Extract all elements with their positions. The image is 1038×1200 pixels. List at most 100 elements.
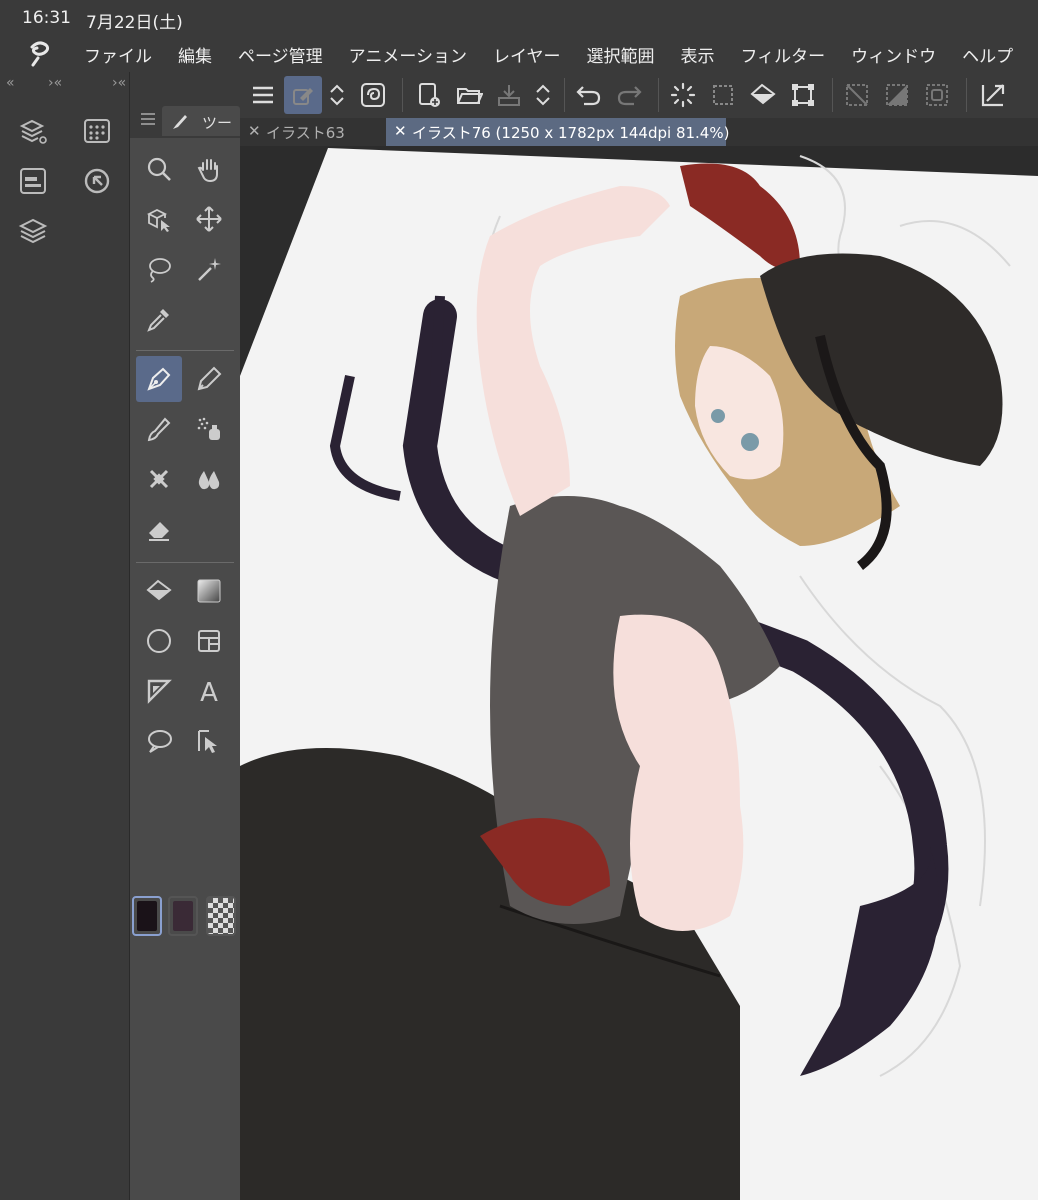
navigator-icon[interactable] xyxy=(16,164,50,198)
status-date: 7月22日(土) xyxy=(86,13,183,33)
eye-right xyxy=(741,433,759,451)
app-logo-icon[interactable] xyxy=(24,38,54,68)
close-icon[interactable]: ✕ xyxy=(248,122,261,140)
chevron-updown-icon[interactable] xyxy=(528,76,558,114)
open-folder-icon[interactable] xyxy=(450,76,488,114)
main-color-swatch[interactable] xyxy=(132,896,162,936)
tab-label: イラスト76 (1250 x 1782px 144dpi 81.4%) xyxy=(412,124,730,142)
menu-window[interactable]: ウィンドウ xyxy=(851,42,936,67)
brush-tab-icon xyxy=(173,115,187,129)
zoom-icon[interactable] xyxy=(136,146,182,192)
ruler-icon[interactable] xyxy=(136,668,182,714)
hand-icon[interactable] xyxy=(186,146,232,192)
collapse-right-button[interactable]: ›« xyxy=(112,75,126,91)
menu-file[interactable]: ファイル xyxy=(84,42,152,67)
menu-edit[interactable]: 編集 xyxy=(178,42,212,67)
menu-bar: ファイル 編集 ページ管理 アニメーション レイヤー 選択範囲 表示 フィルター… xyxy=(0,34,1038,72)
figure-icon[interactable] xyxy=(136,618,182,664)
status-time: 16:31 xyxy=(22,8,71,28)
eye-left xyxy=(711,409,725,423)
expand-selection-icon[interactable] xyxy=(918,76,956,114)
object-icon[interactable] xyxy=(136,196,182,242)
toolbar-separator xyxy=(564,78,565,112)
document-tabs: ✕ イラスト63 ✕ イラスト76 (1250 x 1782px 144dpi … xyxy=(240,118,1038,146)
balloon-icon[interactable] xyxy=(136,718,182,764)
sub-tool-detail-icon[interactable] xyxy=(80,114,114,148)
main-color-fill xyxy=(137,901,157,931)
airbrush-icon[interactable] xyxy=(186,406,232,452)
blend-icon[interactable] xyxy=(186,456,232,502)
collapse-mid-button[interactable]: ›« xyxy=(48,75,62,91)
new-canvas-icon[interactable] xyxy=(410,76,448,114)
invert-selection-icon[interactable] xyxy=(878,76,916,114)
command-bar xyxy=(240,72,1038,118)
redo-icon[interactable] xyxy=(610,76,648,114)
brush-icon[interactable] xyxy=(136,406,182,452)
close-icon[interactable]: ✕ xyxy=(394,122,407,140)
toolbar-separator xyxy=(402,78,403,112)
tab-illust-76[interactable]: ✕ イラスト76 (1250 x 1782px 144dpi 81.4%) xyxy=(386,118,730,146)
toolbar-separator xyxy=(658,78,659,112)
clear-selection-icon[interactable] xyxy=(838,76,876,114)
tool-panel: ツー A xyxy=(130,72,240,1200)
status-bar: 16:31 7月22日(土) xyxy=(0,0,1038,34)
tool-separator xyxy=(136,562,234,563)
menu-layer[interactable]: レイヤー xyxy=(493,42,561,67)
menu-filter[interactable]: フィルター xyxy=(741,42,826,67)
menu-toggle-icon[interactable] xyxy=(244,76,282,114)
fill-icon[interactable] xyxy=(136,568,182,614)
layers-icon[interactable] xyxy=(16,214,50,248)
frame-icon[interactable] xyxy=(186,618,232,664)
left-panel-collapse-row: « ›« ›« xyxy=(0,72,130,98)
undo-icon[interactable] xyxy=(570,76,608,114)
fill-bucket-icon[interactable] xyxy=(744,76,782,114)
tab-illust-63[interactable]: ✕ イラスト63 xyxy=(240,118,384,146)
eraser-icon[interactable] xyxy=(136,506,182,552)
menu-help[interactable]: ヘルプ xyxy=(962,42,1013,67)
toolbar-separator xyxy=(832,78,833,112)
magic-wand-icon[interactable] xyxy=(186,246,232,292)
correct-line-icon[interactable] xyxy=(186,718,232,764)
text-icon[interactable]: A xyxy=(186,668,232,714)
quick-access-icon[interactable] xyxy=(80,164,114,198)
toolbar-separator xyxy=(966,78,967,112)
move-icon[interactable] xyxy=(186,196,232,242)
tool-list: A xyxy=(130,138,240,1200)
lasso-icon[interactable] xyxy=(136,246,182,292)
menu-view[interactable]: 表示 xyxy=(681,42,715,67)
menu-animation[interactable]: アニメーション xyxy=(349,42,467,67)
menu-items: ファイル 編集 ページ管理 アニメーション レイヤー 選択範囲 表示 フィルター… xyxy=(84,42,1038,67)
tool-panel-header: ツー xyxy=(130,102,240,138)
app-window: 16:31 7月22日(土) ファイル 編集 ページ管理 アニメーション レイヤ… xyxy=(0,0,1038,1200)
companion-mode-icon[interactable] xyxy=(354,76,392,114)
collapse-left-button[interactable]: « xyxy=(6,75,15,91)
gradient-icon[interactable] xyxy=(186,568,232,614)
tool-tab-label: ツー xyxy=(202,114,233,132)
menu-selection[interactable]: 選択範囲 xyxy=(587,42,655,67)
layer-property-icon[interactable] xyxy=(16,114,50,148)
transparent-color-swatch[interactable] xyxy=(206,896,236,936)
chevron-updown-icon[interactable] xyxy=(322,76,352,114)
edit-mode-icon[interactable] xyxy=(284,76,322,114)
left-panel: « ›« ›« xyxy=(0,72,130,1200)
select-area-icon[interactable] xyxy=(704,76,742,114)
pencil-icon[interactable] xyxy=(186,356,232,402)
tab-label: イラスト63 xyxy=(266,124,345,142)
decoration-icon[interactable] xyxy=(136,456,182,502)
save-icon[interactable] xyxy=(490,76,528,114)
sub-color-swatch[interactable] xyxy=(168,896,198,936)
loading-icon[interactable] xyxy=(664,76,702,114)
pen-icon[interactable] xyxy=(136,356,182,402)
eyedropper-icon[interactable] xyxy=(136,296,182,342)
sub-color-fill xyxy=(173,901,193,931)
canvas-area[interactable] xyxy=(240,146,1038,1200)
tool-panel-menu-icon[interactable] xyxy=(140,112,156,126)
canvas-svg[interactable] xyxy=(240,146,1038,1200)
tool-separator xyxy=(136,350,234,351)
tool-panel-collapse xyxy=(130,72,240,98)
tool-tab[interactable]: ツー xyxy=(162,106,240,136)
menu-page[interactable]: ページ管理 xyxy=(238,42,323,67)
snap-ruler-icon[interactable] xyxy=(974,76,1012,114)
transform-icon[interactable] xyxy=(784,76,822,114)
svg-text:A: A xyxy=(200,678,218,705)
